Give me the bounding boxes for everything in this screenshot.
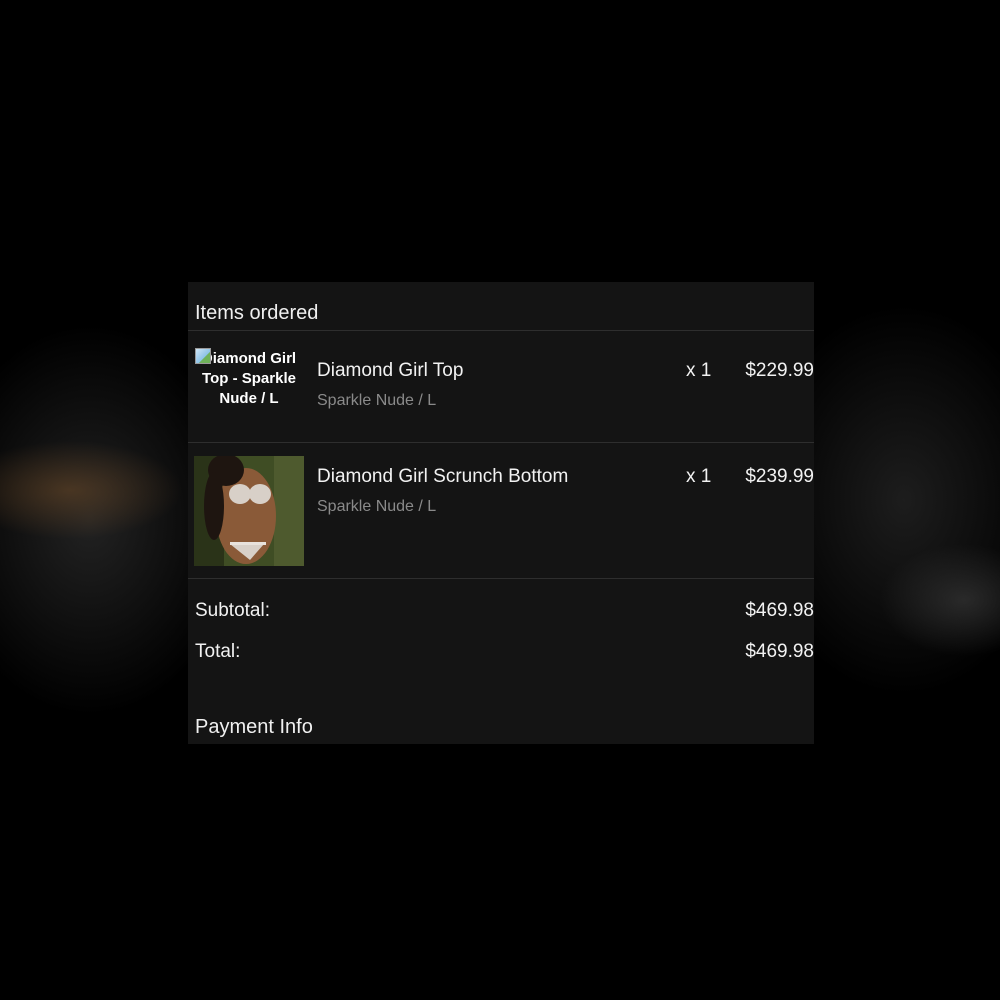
screenshot-frame: Items ordered Diamond Girl Top - Sparkle… [0,0,1000,1000]
total-label: Total: [195,641,241,662]
product-price: $229.99 [745,360,814,381]
subtotal-label: Subtotal: [195,600,270,621]
product-photo-illustration [194,456,304,566]
product-price: $239.99 [745,466,814,487]
product-name[interactable]: Diamond Girl Scrunch Bottom [317,466,568,488]
blurred-background-right [814,0,1000,1000]
product-image-placeholder[interactable]: Diamond Girl Top - Sparkle Nude / L [194,345,304,455]
product-name[interactable]: Diamond Girl Top [317,360,463,382]
total-value: $469.98 [745,641,814,662]
blurred-background-left [0,0,188,1000]
order-summary-panel: Items ordered Diamond Girl Top - Sparkle… [188,282,814,744]
product-variant: Sparkle Nude / L [317,498,437,515]
product-quantity: x 1 [686,360,712,381]
items-ordered-heading: Items ordered [195,302,319,324]
broken-image-icon [195,348,211,364]
payment-info-heading: Payment Info [195,716,313,738]
subtotal-value: $469.98 [745,600,814,621]
order-item-row: Diamond Girl Scrunch Bottom Sparkle Nude… [188,442,814,578]
divider [188,578,814,579]
order-item-row: Diamond Girl Top - Sparkle Nude / L Diam… [188,330,814,442]
product-variant: Sparkle Nude / L [317,392,437,409]
product-image-alt-text: Diamond Girl Top - Sparkle Nude / L [201,350,297,407]
product-quantity: x 1 [686,466,712,487]
product-image[interactable] [194,456,304,566]
